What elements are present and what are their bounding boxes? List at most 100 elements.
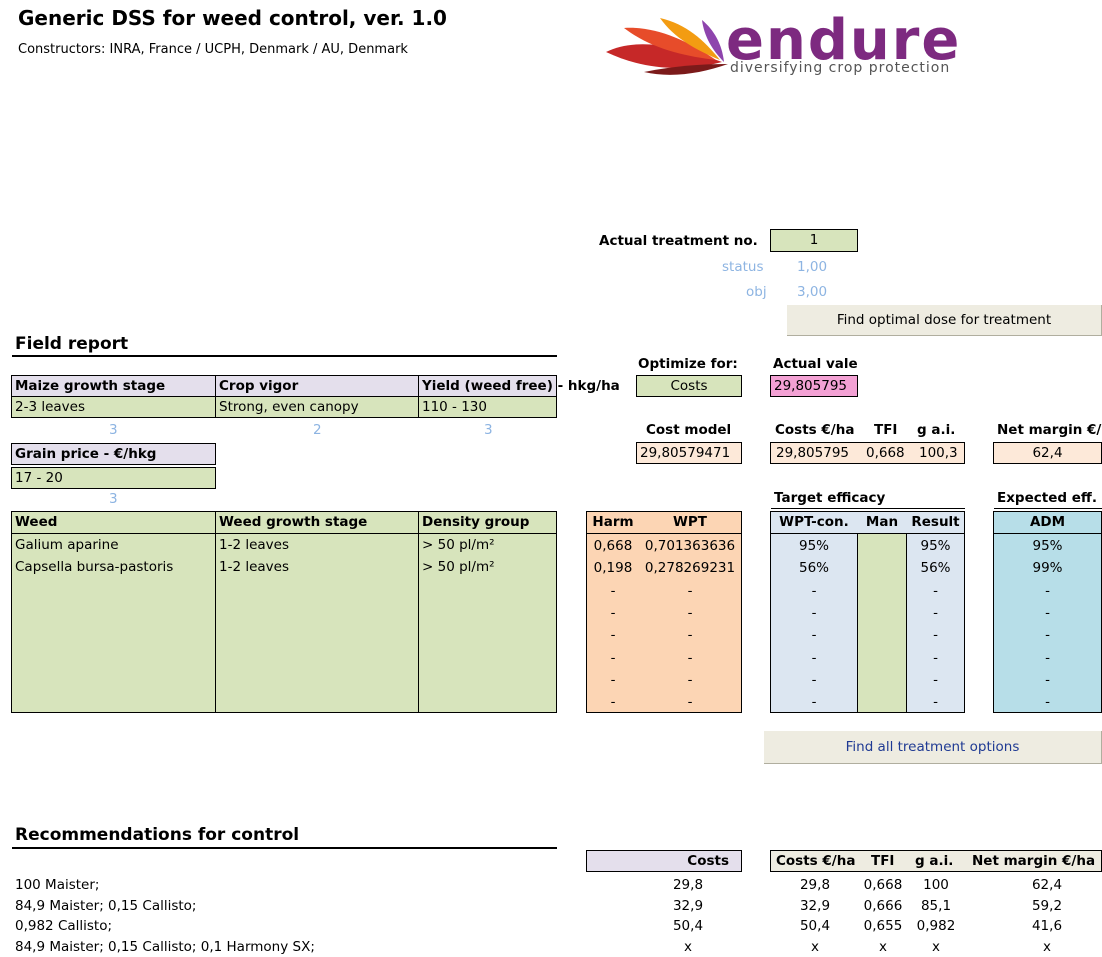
wpt-con-value: - bbox=[811, 627, 817, 644]
wpt-con-value: 95% bbox=[798, 538, 829, 554]
grain-price-select[interactable]: 17 - 20 bbox=[11, 467, 216, 489]
crop-vigor-header: Crop vigor bbox=[215, 375, 419, 397]
harm-header: Harm bbox=[592, 514, 634, 530]
wpt-value: - bbox=[687, 649, 693, 666]
yield-header: Yield (weed free) - hkg/ha bbox=[418, 375, 620, 397]
maize-growth-stage-select[interactable]: 2-3 leaves bbox=[11, 396, 216, 418]
adm-value: - bbox=[1045, 627, 1050, 644]
wpt-value: - bbox=[687, 604, 693, 621]
rec-row-costs: 50,4 bbox=[672, 918, 704, 934]
weed-row-2-density[interactable]: > 50 pl/m² bbox=[419, 557, 555, 577]
wpt-value: - bbox=[687, 582, 693, 599]
optimize-for-label: Optimize for: bbox=[638, 356, 738, 372]
optimize-for-select[interactable]: Costs bbox=[636, 375, 742, 397]
logo-tagline: diversifying crop protection bbox=[730, 60, 951, 76]
adm-header: ADM bbox=[1029, 514, 1066, 530]
costs-ha-value: 29,805795 bbox=[776, 445, 850, 461]
cost-model-label: Cost model bbox=[646, 422, 732, 438]
adm-value: - bbox=[1045, 604, 1050, 621]
target-efficacy-title: Target efficacy bbox=[774, 490, 886, 506]
crop-vigor-select[interactable]: Strong, even canopy bbox=[215, 396, 419, 418]
tfi-value: 0,668 bbox=[866, 445, 905, 461]
result-value: - bbox=[933, 649, 938, 666]
wpt-value: - bbox=[687, 671, 693, 688]
find-all-treatment-options-button[interactable]: Find all treatment options bbox=[764, 731, 1102, 764]
endure-logo: endure diversifying crop protection bbox=[604, 8, 1044, 84]
obj-value: 3,00 bbox=[797, 284, 828, 300]
adm-value: - bbox=[1045, 582, 1050, 599]
adm-value: 99% bbox=[1032, 560, 1063, 577]
gai-header: g a.i. bbox=[917, 422, 956, 438]
rec-row-costs: x bbox=[684, 938, 692, 955]
rec-row-costs: 29,8 bbox=[672, 877, 704, 893]
obj-label: obj bbox=[746, 284, 767, 300]
maize-growth-stage-header: Maize growth stage bbox=[11, 375, 216, 397]
wpt-con-header: WPT-con. bbox=[779, 514, 849, 530]
grain-price-header: Grain price - €/hkg bbox=[11, 443, 216, 465]
find-optimal-dose-button[interactable]: Find optimal dose for treatment bbox=[787, 305, 1102, 336]
grain-price-code: 3 bbox=[109, 491, 118, 507]
result-value: 95% bbox=[920, 538, 951, 554]
weed-row-2-name[interactable]: Capsella bursa-pastoris bbox=[12, 557, 212, 577]
rec-row-costs: 32,9 bbox=[672, 897, 704, 914]
wpt-con-value: - bbox=[811, 604, 817, 621]
weed-row-1-name[interactable]: Galium aparine bbox=[12, 535, 212, 555]
harm-value: - bbox=[610, 627, 616, 644]
weed-row-2-stage[interactable]: 1-2 leaves bbox=[216, 557, 416, 577]
rec-row-gai: 100 bbox=[923, 877, 949, 893]
maize-stage-code: 3 bbox=[109, 422, 118, 438]
recommendations-underline bbox=[12, 847, 557, 849]
man-header: Man bbox=[865, 514, 899, 530]
rec-row-net: 59,2 bbox=[1031, 897, 1063, 914]
leaf-logo-icon bbox=[606, 18, 728, 75]
status-value: 1,00 bbox=[797, 259, 828, 275]
rec-row-name[interactable]: 100 Maister; bbox=[12, 875, 572, 895]
wpt-header: WPT bbox=[673, 514, 707, 530]
result-header: Result bbox=[911, 514, 960, 530]
wpt-value: 0,278269231 bbox=[644, 560, 736, 577]
tfi-header: TFI bbox=[874, 422, 898, 438]
expected-eff-header-line bbox=[993, 533, 1102, 534]
rec-row-gai: 85,1 bbox=[920, 897, 952, 914]
wpt-value: 0,701363636 bbox=[644, 538, 736, 554]
weed-header: Weed bbox=[15, 514, 58, 530]
rec-row-net: x bbox=[1043, 938, 1051, 955]
rec-row-tfi: x bbox=[879, 938, 887, 955]
weed-row-1-density[interactable]: > 50 pl/m² bbox=[419, 535, 555, 555]
rec-row-name[interactable]: 0,982 Callisto; bbox=[12, 916, 572, 936]
target-efficacy-header-line bbox=[770, 533, 965, 534]
field-report-underline bbox=[12, 355, 557, 357]
result-value: - bbox=[933, 604, 938, 621]
rec-row-tfi: 0,666 bbox=[863, 897, 903, 914]
rec-row-tfi: 0,655 bbox=[863, 918, 903, 934]
actual-treatment-input[interactable]: 1 bbox=[770, 229, 858, 252]
rec-row-net: 41,6 bbox=[1031, 918, 1063, 934]
adm-value: 95% bbox=[1032, 538, 1063, 554]
actual-value: 29,805795 bbox=[770, 375, 858, 397]
rec-gai-header: g a.i. bbox=[915, 853, 954, 869]
wpt-con-value: - bbox=[811, 694, 817, 711]
constructors-text: Constructors: INRA, France / UCPH, Denma… bbox=[18, 42, 408, 57]
wpt-con-value: - bbox=[811, 582, 817, 599]
yield-select[interactable]: 110 - 130 bbox=[418, 396, 557, 418]
result-value: 56% bbox=[920, 560, 951, 577]
rec-row-name[interactable]: 84,9 Maister; 0,15 Callisto; 0,1 Harmony… bbox=[12, 937, 572, 957]
costs-ha-box: 29,805795 0,668 100,3 bbox=[770, 442, 965, 464]
net-margin-header: Net margin €/ha bbox=[997, 422, 1102, 438]
cost-model-value: 29,80579471 bbox=[636, 442, 742, 464]
crop-vigor-code: 2 bbox=[313, 422, 322, 438]
result-value: - bbox=[933, 694, 938, 711]
rec-row-gai: 0,982 bbox=[916, 918, 956, 934]
rec-row-name[interactable]: 84,9 Maister; 0,15 Callisto; bbox=[12, 896, 572, 916]
harm-wpt-header-line bbox=[586, 533, 742, 534]
rec-row-tfi: 0,668 bbox=[863, 877, 903, 893]
expected-eff-underline bbox=[994, 508, 1102, 509]
field-report-title: Field report bbox=[15, 334, 129, 354]
harm-value: - bbox=[610, 694, 616, 711]
harm-value: 0,198 bbox=[593, 560, 633, 577]
status-label: status bbox=[722, 259, 764, 275]
harm-value: - bbox=[610, 649, 616, 666]
actual-value-label: Actual vale bbox=[773, 356, 858, 372]
weed-row-1-stage[interactable]: 1-2 leaves bbox=[216, 535, 416, 555]
page-title: Generic DSS for weed control, ver. 1.0 bbox=[18, 6, 447, 30]
